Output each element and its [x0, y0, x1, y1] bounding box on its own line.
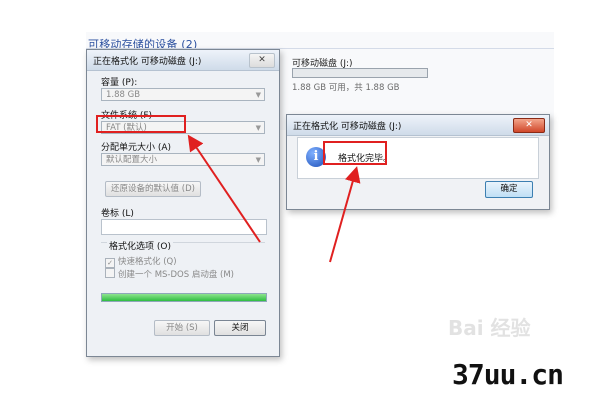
arrow-to-filesystem — [187, 134, 261, 243]
arrow-to-message — [329, 166, 361, 263]
baidu-watermark: Bai 经验 — [448, 316, 531, 340]
annotation-arrows — [187, 134, 361, 263]
site-logo: 37uu.cn — [452, 358, 564, 391]
